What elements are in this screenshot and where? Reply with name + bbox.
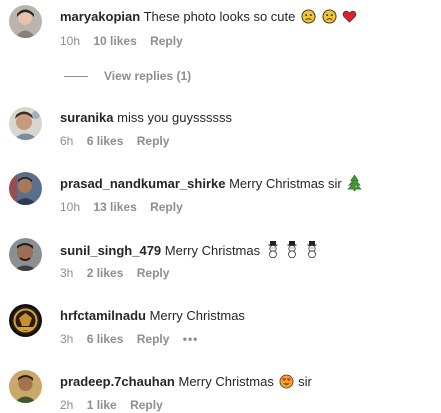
heart-eyes-face-icon xyxy=(279,374,294,393)
comment-likes[interactable]: 6 likes xyxy=(87,332,124,346)
comment-username[interactable]: prasad_nandkumar_shirke xyxy=(60,176,225,191)
comment-username[interactable]: sunil_singh_479 xyxy=(60,243,161,258)
comment-username[interactable]: hrfctamilnadu xyxy=(60,308,146,323)
comment-time: 3h xyxy=(60,266,74,280)
comment-username[interactable]: suranika xyxy=(60,110,113,125)
reply-button[interactable]: Reply xyxy=(137,134,170,148)
comment-likes[interactable]: 10 likes xyxy=(93,34,136,48)
comment-username[interactable]: maryakopian xyxy=(60,9,140,24)
comment-time: 6h xyxy=(60,134,74,148)
comment-time: 3h xyxy=(60,332,74,346)
snowman-icon xyxy=(285,241,299,262)
comment-time: 10h xyxy=(60,34,81,48)
avatar[interactable] xyxy=(9,304,42,337)
snowman-icon xyxy=(266,241,280,262)
comment-text: Merry Christmas sir xyxy=(229,176,342,191)
comment-likes[interactable]: 6 likes xyxy=(87,134,124,148)
avatar[interactable] xyxy=(9,172,42,205)
comment-text: These photo looks so cute xyxy=(143,9,296,24)
comment-likes[interactable]: 2 likes xyxy=(87,266,124,280)
reply-button[interactable]: Reply xyxy=(150,200,183,214)
reply-button[interactable]: Reply xyxy=(150,34,183,48)
sad-face-icon xyxy=(322,9,337,28)
view-replies-label: View replies (1) xyxy=(104,69,192,83)
avatar[interactable] xyxy=(9,5,42,38)
comment-time: 10h xyxy=(60,200,81,214)
comment-text: Merry Christmas xyxy=(149,308,245,323)
comment-username[interactable]: pradeep.7chauhan xyxy=(60,374,175,389)
snowman-icon xyxy=(305,241,319,262)
reply-button[interactable]: Reply xyxy=(137,332,170,346)
avatar[interactable] xyxy=(9,370,42,403)
divider xyxy=(64,76,88,78)
view-replies-button[interactable]: View replies (1) xyxy=(64,69,191,83)
comment-text: Merry Christmas xyxy=(178,374,274,389)
avatar[interactable] xyxy=(9,238,42,271)
reply-button[interactable]: Reply xyxy=(137,266,170,280)
comment-text: Merry Christmas xyxy=(164,243,261,258)
sad-face-icon xyxy=(301,9,316,28)
comment-text-suffix: sir xyxy=(298,374,312,389)
red-heart-icon xyxy=(342,9,357,28)
comment-likes[interactable]: 13 likes xyxy=(93,200,136,214)
comment-text: miss you guyssssss xyxy=(117,110,232,125)
avatar[interactable] xyxy=(9,107,42,140)
christmas-tree-icon xyxy=(347,174,363,195)
more-options-icon[interactable]: ••• xyxy=(183,332,199,346)
